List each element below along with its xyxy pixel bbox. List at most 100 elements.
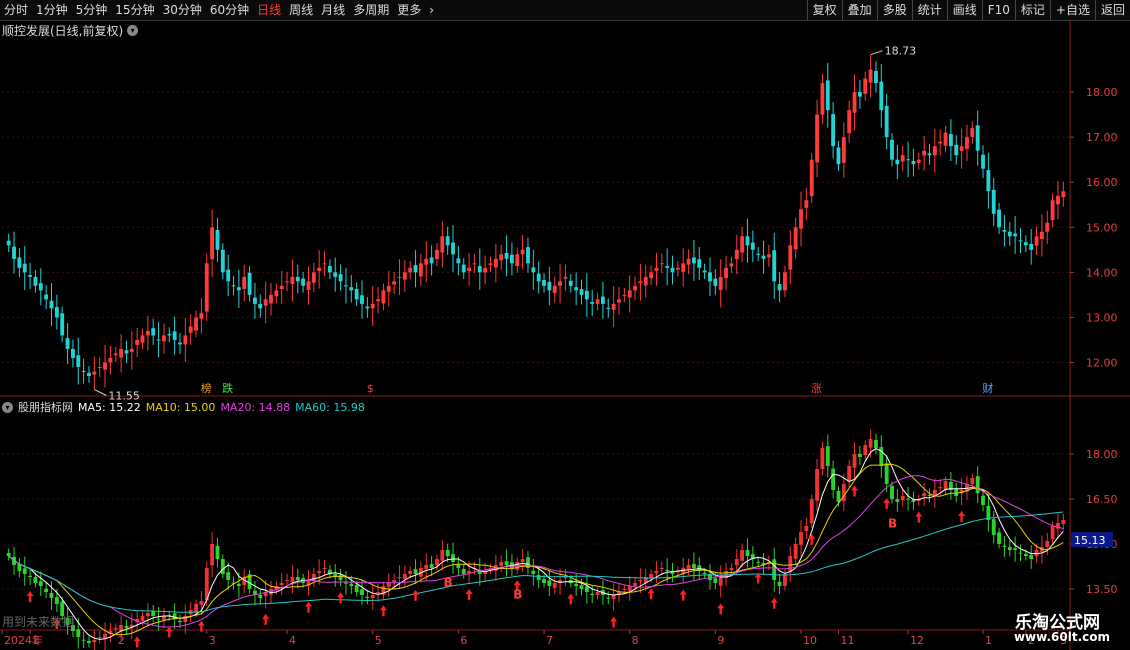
buy-arrow	[717, 603, 725, 615]
candle-body	[38, 283, 43, 291]
price-tick-label: 14.00	[1086, 266, 1118, 279]
candle-body	[1039, 231, 1044, 239]
indicator-candle-body	[745, 550, 750, 556]
indicator-candle-body	[927, 494, 932, 496]
indicator-candle-body	[199, 601, 204, 605]
candle-body	[750, 242, 755, 250]
indicator-candle-body	[825, 446, 830, 466]
indicator-candle-body	[1023, 553, 1028, 556]
candle-body	[258, 303, 263, 309]
candle-body	[413, 265, 418, 273]
indicator-candle-body	[285, 580, 289, 581]
indicator-candle-body	[922, 493, 927, 497]
candle-body	[1013, 233, 1018, 237]
candle-body	[28, 275, 33, 277]
candle-body	[381, 290, 386, 304]
candle-body	[226, 269, 231, 282]
indicator-candle-body	[295, 577, 300, 580]
indicator-candle-body	[124, 625, 129, 628]
indicator-candle-body	[847, 466, 852, 482]
indicator-candle-body	[943, 481, 948, 490]
time-tick-label: 7	[546, 634, 553, 647]
indicator-candle-body	[799, 532, 803, 545]
candle-body	[552, 285, 557, 294]
indicator-candle-body	[365, 596, 370, 598]
indicator-candle-body	[874, 439, 878, 448]
candle-body	[718, 276, 723, 290]
candle-body	[322, 263, 327, 265]
buy-arrow	[465, 589, 473, 600]
candle-body	[162, 335, 166, 342]
indicator-candle-body	[92, 640, 97, 643]
indicator-candle-body	[504, 561, 509, 565]
price-tick-label: 13.00	[1086, 311, 1118, 324]
time-tick-label: 3	[209, 634, 216, 647]
candle-body	[119, 348, 124, 358]
indicator-candle-body	[413, 569, 418, 574]
candle-body	[188, 326, 193, 333]
buy-arrow	[958, 511, 966, 522]
candle-body	[70, 348, 75, 358]
candle-body	[932, 146, 937, 156]
candle-body	[836, 147, 841, 165]
buy-arrow	[262, 613, 270, 625]
candle-body	[526, 247, 530, 264]
candle-body	[124, 350, 129, 354]
indicator-candle-body	[392, 580, 397, 583]
indicator-candle-body	[975, 476, 980, 493]
indicator-candle-body	[788, 556, 793, 573]
candle-body	[841, 137, 846, 163]
indicator-candle-body	[97, 637, 102, 638]
candle-body	[863, 78, 868, 94]
indicator-candle-body	[740, 550, 745, 561]
buy-arrow	[610, 616, 618, 628]
candle-body	[151, 328, 156, 336]
candle-body	[22, 263, 27, 273]
time-tick-label: 1	[32, 634, 39, 647]
price-tick-label: 12.00	[1086, 356, 1118, 369]
candle-body	[360, 295, 364, 304]
candle-body	[809, 159, 814, 197]
candle-body	[542, 279, 546, 286]
indicator-candle-body	[226, 572, 231, 580]
candle-body	[825, 80, 830, 111]
indicator-candle-body	[831, 468, 836, 490]
indicator-candle-body	[408, 571, 413, 574]
candle-body	[392, 281, 397, 285]
low-marker-line	[94, 389, 107, 396]
candle-body	[236, 287, 241, 291]
kline-chart[interactable]: 12.00 13.00 14.00 15.00 16.00 17.00 18.00 13.50…	[0, 0, 1130, 650]
candle-body	[156, 339, 161, 341]
candle-body	[194, 317, 198, 331]
indicator-candle-body	[113, 628, 118, 630]
candle-body	[895, 159, 900, 165]
candle-body	[515, 254, 520, 267]
buy-arrow	[165, 626, 173, 638]
indicator-candle-body	[772, 559, 777, 580]
candle-body	[113, 353, 118, 356]
candle-body	[665, 266, 670, 268]
event-tag: $	[367, 382, 374, 395]
indicator-candle-body	[890, 485, 894, 499]
buy-arrow	[770, 597, 778, 609]
candle-body	[1023, 242, 1028, 246]
indicator-candle-body	[397, 577, 402, 578]
indicator-candle-body	[317, 571, 322, 574]
candle-body	[590, 302, 595, 304]
price-tick-label: 15.00	[1086, 221, 1118, 234]
buy-arrow	[567, 593, 575, 605]
candle-body	[884, 106, 889, 138]
candle-body	[210, 227, 215, 260]
indicator-candle-body	[360, 589, 364, 595]
candle-body	[247, 272, 252, 295]
time-tick-label: 9	[717, 634, 724, 647]
candle-body	[772, 250, 777, 282]
candle-body	[959, 146, 964, 152]
candle-body	[408, 267, 413, 273]
candle-body	[97, 366, 102, 368]
current-value-label: 15.13	[1074, 534, 1106, 547]
candle-body	[365, 306, 370, 309]
candle-body	[17, 257, 22, 268]
candle-body	[220, 249, 225, 273]
indicator-candle-body	[868, 439, 873, 448]
